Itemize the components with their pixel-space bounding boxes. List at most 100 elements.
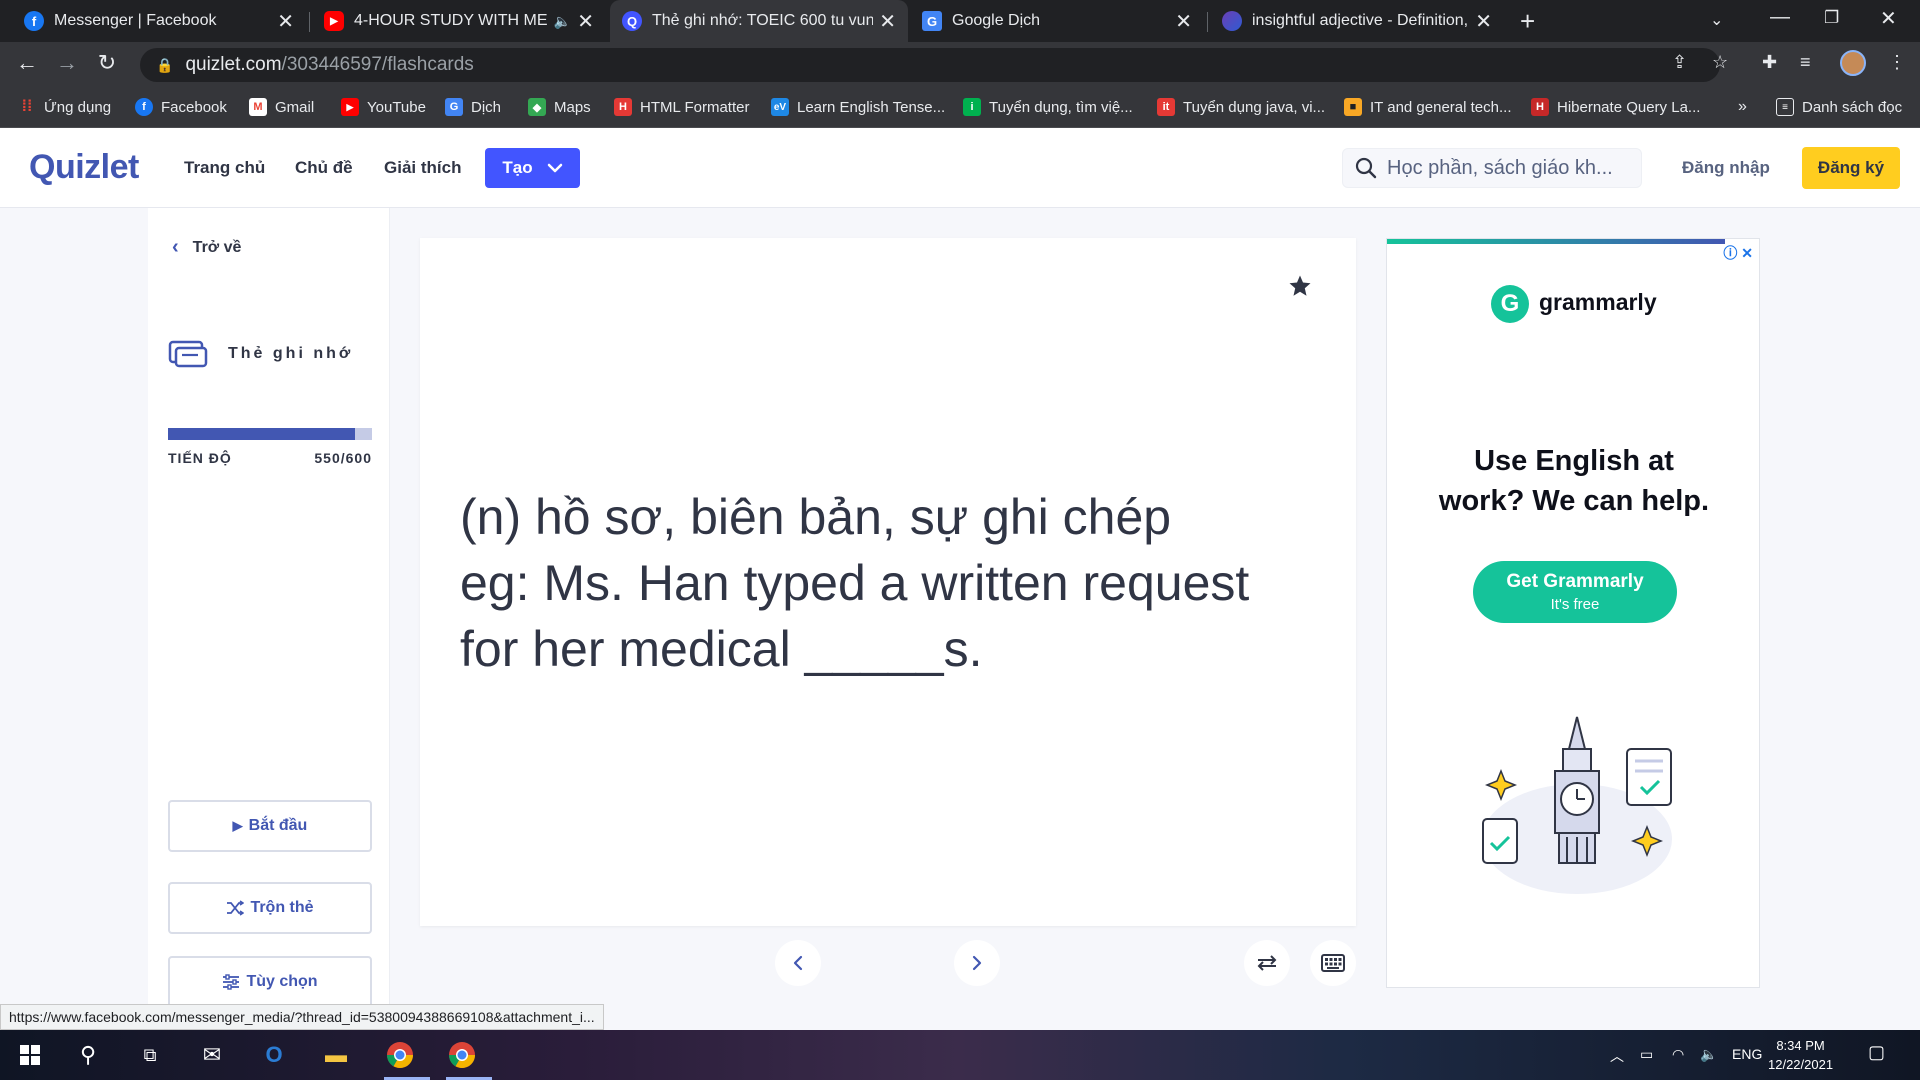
start-button[interactable]: ▶ Bắt đầu	[168, 800, 372, 852]
mail-icon[interactable]: ✉	[196, 1040, 228, 1070]
ad-accent-line	[1387, 239, 1725, 244]
task-view-icon[interactable]: ⧉	[134, 1040, 166, 1070]
tab-quizlet[interactable]: Q Thẻ ghi nhớ: TOEIC 600 tu vung | ✕	[610, 0, 908, 42]
flip-card-button[interactable]	[1244, 940, 1290, 986]
bookmark-html-formatter[interactable]: H HTML Formatter	[614, 98, 749, 116]
tab-messenger[interactable]: f Messenger | Facebook ✕	[12, 0, 306, 42]
url-field[interactable]: 🔒 quizlet.com /303446597/flashcards	[140, 48, 1720, 82]
facebook-icon: f	[135, 98, 153, 116]
window-close-icon[interactable]: ✕	[1880, 6, 1897, 31]
outlook-icon[interactable]: O	[258, 1040, 290, 1070]
hibernate-icon: H	[1531, 98, 1549, 116]
topcv-icon: i	[963, 98, 981, 116]
bookmark-star-icon[interactable]: ☆	[1712, 52, 1728, 73]
bookmark-hibernate[interactable]: H Hibernate Query La...	[1531, 98, 1700, 116]
definition-line: (n) hồ sơ, biên bản, sự ghi chép	[460, 489, 1172, 545]
grammarly-logo-icon: G	[1491, 285, 1529, 323]
file-explorer-icon[interactable]: ▬	[320, 1040, 352, 1070]
swap-arrows-icon	[1257, 955, 1277, 971]
windows-start-icon[interactable]	[14, 1040, 46, 1070]
bookmark-translate[interactable]: G Dịch	[445, 98, 501, 116]
bookmark-gmail[interactable]: M Gmail	[249, 98, 314, 116]
media-queue-icon[interactable]: ≡	[1800, 52, 1811, 73]
language-indicator[interactable]: ENG	[1732, 1046, 1762, 1062]
options-button[interactable]: Tùy chọn	[168, 956, 372, 1008]
flashcard[interactable]: (n) hồ sơ, biên bản, sự ghi chép eg: Ms.…	[420, 238, 1356, 926]
notifications-icon[interactable]: ▢	[1868, 1042, 1885, 1063]
signup-button[interactable]: Đăng ký	[1802, 147, 1900, 189]
search-icon[interactable]: ⚲	[72, 1040, 104, 1070]
tray-chevron-up-icon[interactable]: ︿	[1610, 1046, 1624, 1066]
minimize-icon[interactable]: —	[1770, 6, 1790, 29]
get-grammarly-button[interactable]: Get Grammarly It's free	[1473, 561, 1677, 623]
battery-icon[interactable]: ▭	[1640, 1046, 1653, 1063]
close-tab-icon[interactable]: ✕	[577, 9, 594, 34]
maps-icon: ◆	[528, 98, 546, 116]
close-tab-icon[interactable]: ✕	[879, 9, 896, 34]
quizlet-logo[interactable]: Quizlet	[29, 148, 139, 187]
bookmark-youtube[interactable]: ▶ YouTube	[341, 98, 426, 116]
star-icon[interactable]	[1288, 274, 1312, 298]
example-line: eg: Ms. Han typed a written request	[460, 555, 1250, 611]
ad-choices-close-icon[interactable]: ⓘ ✕	[1723, 243, 1753, 263]
lock-icon: 🔒	[156, 56, 174, 73]
shuffle-button[interactable]: Trộn thẻ	[168, 882, 372, 934]
bookmark-it-tech[interactable]: ■ IT and general tech...	[1344, 98, 1511, 116]
create-button[interactable]: Tạo	[485, 148, 580, 188]
close-tab-icon[interactable]: ✕	[1475, 9, 1492, 34]
profile-avatar[interactable]	[1840, 50, 1866, 76]
bookmark-apps[interactable]: ⁞⁞ Ứng dụng	[18, 98, 111, 116]
bookmark-maps[interactable]: ◆ Maps	[528, 98, 591, 116]
tab-youtube[interactable]: ▶ 4-HOUR STUDY WITH ME 🔈 ✕	[312, 0, 606, 42]
wifi-icon[interactable]: ◠	[1672, 1046, 1684, 1063]
nav-explanations[interactable]: Giải thích	[384, 158, 461, 178]
chevron-left-icon	[793, 955, 803, 971]
grammarly-ad[interactable]: ⓘ ✕ G grammarly Use English at work? We …	[1386, 238, 1760, 988]
back-link[interactable]: ‹ Trở về	[172, 236, 241, 259]
nav-home[interactable]: Trang chủ	[184, 158, 265, 178]
speaker-icon[interactable]: 🔈	[554, 13, 571, 30]
progress-count: 550/600	[314, 450, 372, 466]
tab-search-icon[interactable]: ⌄	[1710, 10, 1723, 30]
bookmark-topcv[interactable]: i Tuyển dụng, tìm việ...	[963, 98, 1133, 116]
facebook-icon: f	[24, 11, 44, 31]
search-placeholder: Học phần, sách giáo kh...	[1387, 156, 1613, 179]
google-translate-icon: G	[922, 11, 942, 31]
previous-card-button[interactable]	[775, 940, 821, 986]
volume-icon[interactable]: 🔈	[1700, 1046, 1717, 1063]
study-sidebar: ‹ Trở về Thẻ ghi nhớ TIẾN ĐỘ 550/600 ▶ B…	[148, 208, 390, 1030]
extensions-icon[interactable]: ✚	[1762, 52, 1777, 73]
play-icon: ▶	[232, 818, 243, 833]
chrome-icon[interactable]	[384, 1040, 416, 1070]
next-card-button[interactable]	[954, 940, 1000, 986]
close-tab-icon[interactable]: ✕	[1175, 9, 1192, 34]
bookmark-itviec[interactable]: it Tuyển dụng java, vi...	[1157, 98, 1325, 116]
study-mode-header[interactable]: Thẻ ghi nhớ	[168, 340, 353, 368]
reading-list[interactable]: ≡ Danh sách đọc	[1776, 98, 1902, 116]
flashcard-definition: (n) hồ sơ, biên bản, sự ghi chép eg: Ms.…	[460, 484, 1320, 682]
sliders-icon	[223, 974, 240, 990]
chrome-profile-icon[interactable]	[446, 1040, 478, 1070]
nav-subjects[interactable]: Chủ đề	[295, 158, 353, 178]
bookmark-facebook[interactable]: f Facebook	[135, 98, 227, 116]
close-tab-icon[interactable]: ✕	[277, 9, 294, 34]
back-arrow-icon[interactable]: ←	[12, 50, 42, 76]
keyboard-shortcuts-button[interactable]	[1310, 940, 1356, 986]
restore-icon[interactable]: ❐	[1824, 8, 1839, 28]
reload-icon[interactable]: ↻	[92, 50, 122, 76]
bookmarks-overflow-chevron[interactable]: »	[1738, 98, 1747, 116]
tab-oxford[interactable]: insightful adjective - Definition, p ✕	[1210, 0, 1504, 42]
bookmark-learn-english[interactable]: eV Learn English Tense...	[771, 98, 945, 116]
login-link[interactable]: Đăng nhập	[1682, 158, 1770, 178]
browser-menu-icon[interactable]: ⋮	[1888, 52, 1906, 73]
youtube-icon: ▶	[341, 98, 359, 116]
forward-arrow-icon[interactable]: →	[52, 50, 82, 76]
windows-taskbar: ⚲ ⧉ ✉ O ▬ ︿ ▭ ◠ 🔈 ENG 8:34 PM 12/22/2021…	[0, 1030, 1920, 1080]
search-input[interactable]: Học phần, sách giáo kh...	[1342, 148, 1642, 188]
quizlet-icon: Q	[622, 11, 642, 31]
new-tab-icon[interactable]: +	[1520, 6, 1535, 37]
tab-google-translate[interactable]: G Google Dịch ✕	[910, 0, 1204, 42]
search-icon	[1355, 157, 1377, 179]
share-icon[interactable]: ⇪	[1672, 52, 1687, 73]
taskbar-clock[interactable]: 8:34 PM 12/22/2021	[1768, 1036, 1833, 1074]
